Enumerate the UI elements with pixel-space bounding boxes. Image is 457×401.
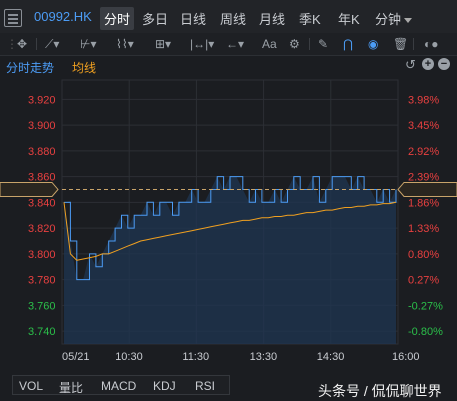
y-left-tick: 3.820: [28, 223, 56, 235]
text-tool-icon[interactable]: Aa: [262, 37, 277, 51]
toolbar-divider: [309, 38, 310, 50]
y-right-tick: 1.86%: [408, 197, 439, 209]
x-tick: 10:30: [115, 351, 143, 363]
indicator-tab-macd[interactable]: MACD: [101, 379, 136, 393]
eye-icon[interactable]: ◉: [368, 37, 378, 51]
y-left-tick: 3.840: [28, 197, 56, 209]
x-tick: 05/21: [62, 351, 90, 363]
magnet-icon[interactable]: ⋂: [343, 37, 353, 51]
settings-icon[interactable]: ⚙: [289, 37, 300, 51]
channel-tool-icon[interactable]: ⊬▾: [80, 37, 96, 51]
y-right-tick: 0.80%: [408, 249, 439, 261]
tab-intraday[interactable]: 分时: [100, 7, 135, 30]
y-right-tick: 0.27%: [408, 275, 439, 287]
y-left-tick: 3.860: [28, 172, 56, 184]
indicator-tab-kdj[interactable]: KDJ: [153, 379, 176, 393]
zoom-in-icon[interactable]: +: [422, 58, 434, 70]
tab-monthly[interactable]: 月线: [259, 9, 285, 28]
intraday-chart[interactable]: 3.920 3.98% 3.900 3.45% 3.880 2.92% 3.860 2.39%…: [0, 74, 457, 372]
top-tab-bar: 00992.HK 分时 多日 日线 周线 月线 季K 年K 分钟: [0, 0, 457, 34]
y-left-tick: 3.740: [28, 326, 56, 338]
toggle-icon[interactable]: ◐●: [424, 37, 439, 51]
y-left-tick: 3.900: [28, 120, 56, 132]
x-tick: 14:30: [317, 351, 345, 363]
trash-icon[interactable]: 🗑: [393, 37, 408, 51]
y-right-tick: 3.45%: [408, 120, 439, 132]
drawing-toolbar: ⋮ ✥ ⟋▾ ⊬▾ ⌇⌇▾ ⊞▾ |↔|▾ ←▾ Aa ⚙ ✎ ⋂ ◉ 🗑 ◐●: [0, 33, 457, 56]
crosshair-icon[interactable]: ✥: [17, 37, 27, 51]
stock-code[interactable]: 00992.HK: [34, 9, 92, 24]
highlight-pct-box: [397, 181, 457, 197]
y-right-tick: -0.27%: [408, 300, 443, 312]
tab-minute[interactable]: 分钟: [375, 9, 413, 28]
x-tick: 11:30: [182, 351, 209, 363]
undo-icon[interactable]: ↺: [405, 57, 416, 73]
y-right-tick: 2.39%: [408, 172, 439, 184]
zoom-out-icon[interactable]: −: [438, 58, 450, 70]
indicator-tab-量比[interactable]: 量比: [59, 379, 83, 396]
y-left-tick: 3.760: [28, 300, 56, 312]
pen-icon[interactable]: ✎: [318, 37, 328, 51]
highlight-price-box: [0, 181, 59, 197]
tab-quarterly-k[interactable]: 季K: [299, 9, 321, 28]
y-left-tick: 3.880: [28, 146, 56, 158]
line-tool-icon[interactable]: ⟋▾: [45, 37, 59, 51]
y-right-tick: 2.92%: [408, 146, 439, 158]
price-area: [64, 176, 396, 344]
x-tick: 13:30: [250, 351, 278, 363]
tab-weekly[interactable]: 周线: [220, 9, 246, 28]
indicator-tab-vol[interactable]: VOL: [19, 379, 43, 393]
tab-yearly-k[interactable]: 年K: [338, 9, 360, 28]
measure-tool-icon[interactable]: |↔|▾: [190, 37, 214, 51]
y-left-tick: 3.800: [28, 249, 56, 261]
indicator-bar: VOL 量比 MACD KDJ RSI 头条号 / 侃侃聊世界: [0, 373, 457, 401]
tab-multi-day[interactable]: 多日: [142, 9, 168, 28]
arrow-tool-icon[interactable]: ←▾: [226, 37, 244, 51]
watermark: 头条号 / 侃侃聊世界: [318, 383, 442, 399]
indicator-tabs: VOL 量比 MACD KDJ RSI: [12, 375, 230, 395]
toolbar-divider: [413, 38, 414, 50]
x-tick: 16:00: [392, 351, 420, 363]
y-left-tick: 3.920: [28, 94, 56, 106]
wave-tool-icon[interactable]: ⌇⌇▾: [116, 37, 134, 51]
chevron-down-icon: [404, 18, 413, 24]
toolbar-divider: [36, 38, 37, 50]
y-right-tick: -0.80%: [408, 326, 443, 338]
range-tool-icon[interactable]: ⊞▾: [155, 37, 171, 51]
y-right-tick: 1.33%: [408, 223, 439, 235]
menu-icon[interactable]: [4, 9, 22, 27]
chart-legend: 分时走势 均线 ↺ + −: [0, 57, 457, 75]
y-left-tick: 3.780: [28, 275, 56, 287]
y-right-tick: 3.98%: [408, 94, 439, 106]
indicator-tab-rsi[interactable]: RSI: [195, 379, 215, 393]
tab-daily[interactable]: 日线: [180, 9, 206, 28]
tab-minute-label: 分钟: [375, 12, 402, 27]
